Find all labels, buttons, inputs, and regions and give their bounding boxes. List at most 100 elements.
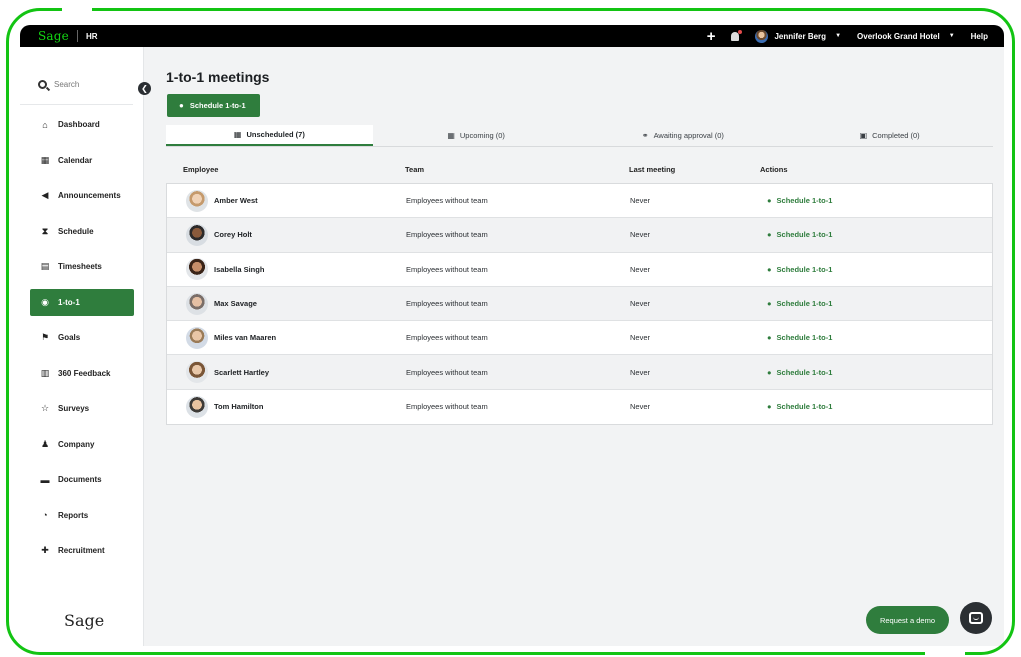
action-label: Schedule 1-to-1	[776, 230, 833, 240]
help-link[interactable]: Help	[971, 32, 988, 41]
employee-cell[interactable]: Isabella Singh	[167, 258, 406, 281]
tab-label: Awaiting approval (0)	[653, 131, 724, 140]
chat-icon: ●	[767, 367, 772, 377]
table-row: Amber West Employees without team Never …	[167, 184, 992, 219]
schedule-1-to-1-link[interactable]: ● Schedule 1-to-1	[761, 299, 992, 308]
calendar-icon: ▦	[40, 154, 50, 165]
avatar	[186, 361, 208, 384]
search-box[interactable]: Search	[20, 47, 133, 105]
sidebar-item-label: Schedule	[58, 226, 94, 236]
employee-name: Isabella Singh	[214, 264, 265, 274]
sidebar-item-documents[interactable]: ▬ Documents	[30, 466, 134, 493]
employee-cell[interactable]: Corey Holt	[167, 223, 406, 246]
tab-label: Upcoming (0)	[459, 131, 505, 140]
sidebar-item-recruitment[interactable]: ✚ Recruitment	[30, 537, 134, 564]
sidebar-item-dashboard[interactable]: ⌂ Dashboard	[30, 111, 134, 138]
sidebar-item-1-to-1[interactable]: ◉ 1-to-1	[30, 288, 134, 316]
product-name: HR	[85, 31, 98, 41]
last-meeting-cell: Never	[630, 196, 651, 206]
table-row: Tom Hamilton Employees without team Neve…	[167, 390, 992, 424]
chat-icon: ●	[767, 299, 772, 309]
search-input[interactable]: Search	[54, 80, 79, 89]
chat-icon: ●	[767, 230, 772, 240]
chat-launcher-button[interactable]	[960, 602, 992, 634]
sidebar-item-goals[interactable]: ⚑ Goals	[30, 324, 134, 351]
folder-icon: ▬	[40, 474, 50, 485]
schedule-1-to-1-link[interactable]: ● Schedule 1-to-1	[761, 333, 992, 342]
sidebar-item-label: Goals	[58, 333, 81, 342]
employee-name: Max Savage	[214, 299, 257, 309]
action-label: Schedule 1-to-1	[776, 196, 833, 206]
chat-icon: ●	[767, 196, 772, 206]
action-label: Schedule 1-to-1	[776, 367, 833, 377]
tab-label: Completed (0)	[872, 131, 920, 140]
request-demo-button[interactable]: Request a demo	[865, 606, 949, 634]
tab-awaiting-approval[interactable]: ⚭ Awaiting approval (0)	[580, 125, 787, 146]
organization-menu[interactable]: Overlook Grand Hotel ▼	[857, 32, 955, 41]
employee-cell[interactable]: Miles van Maaren	[167, 326, 406, 349]
flag-icon: ⚑	[40, 332, 50, 342]
sidebar-item-label: Dashboard	[58, 120, 100, 129]
action-label: Schedule 1-to-1	[776, 264, 833, 274]
column-header-last-meeting[interactable]: Last meeting	[629, 165, 760, 174]
pie-chart-icon: ◔	[42, 510, 48, 520]
team-cell: Employees without team	[406, 196, 488, 206]
schedule-1-to-1-link[interactable]: ● Schedule 1-to-1	[761, 402, 992, 411]
add-icon[interactable]: +	[707, 29, 716, 44]
sidebar-item-timesheets[interactable]: ▤ Timesheets	[30, 253, 134, 280]
tab-unscheduled[interactable]: ▦ Unscheduled (7)	[166, 125, 373, 146]
tab-upcoming[interactable]: ▦ Upcoming (0)	[373, 125, 580, 146]
sidebar-item-label: Announcements	[58, 191, 121, 200]
last-meeting-cell: Never	[630, 367, 651, 377]
schedule-1-to-1-link[interactable]: ● Schedule 1-to-1	[761, 368, 992, 377]
last-meeting-cell: Never	[630, 264, 651, 274]
schedule-1-to-1-link[interactable]: ● Schedule 1-to-1	[761, 196, 992, 205]
sidebar-item-calendar[interactable]: ▦ Calendar	[30, 147, 134, 174]
calendar-icon: ▦	[233, 130, 242, 139]
employee-name: Corey Holt	[214, 230, 252, 240]
column-header-employee[interactable]: Employee	[166, 165, 405, 174]
team-cell: Employees without team	[406, 299, 488, 309]
sidebar-item-360-feedback[interactable]: ▥ 360 Feedback	[30, 360, 134, 387]
sidebar-item-company[interactable]: ♟ Company	[30, 431, 134, 458]
tabs: ▦ Unscheduled (7) ▦ Upcoming (0) ⚭ Awaiting…	[166, 125, 993, 147]
sidebar-item-schedule[interactable]: ⧗ Schedule	[30, 218, 134, 245]
sidebar-item-surveys[interactable]: ☆ Surveys	[30, 395, 134, 422]
avatar	[186, 326, 208, 349]
schedule-1-to-1-link[interactable]: ● Schedule 1-to-1	[761, 230, 992, 239]
add-user-icon: ✚	[41, 545, 49, 555]
employee-cell[interactable]: Tom Hamilton	[167, 395, 406, 418]
team-cell: Employees without team	[406, 367, 488, 377]
page-title: 1-to-1 meetings	[166, 69, 270, 85]
notification-bell-icon[interactable]	[731, 29, 743, 41]
sidebar-item-label: Surveys	[58, 404, 90, 413]
team-cell: Employees without team	[406, 333, 488, 343]
employee-cell[interactable]: Scarlett Hartley	[167, 361, 406, 384]
brand[interactable]: Sage HR	[20, 29, 98, 43]
sidebar-item-announcements[interactable]: ◀ Announcements	[30, 182, 134, 209]
employee-cell[interactable]: Max Savage	[167, 292, 406, 315]
tab-label: Unscheduled (7)	[246, 130, 305, 139]
avatar	[186, 223, 208, 246]
tab-completed[interactable]: ▣ Completed (0)	[786, 125, 993, 146]
megaphone-icon: ◀	[41, 190, 49, 200]
schedule-1-to-1-button[interactable]: ● Schedule 1-to-1	[167, 94, 260, 117]
column-header-team[interactable]: Team	[405, 165, 629, 174]
user-menu[interactable]: Jennifer Berg ▼	[755, 29, 841, 43]
collapse-sidebar-button[interactable]: ❮	[138, 82, 151, 95]
schedule-1-to-1-link[interactable]: ● Schedule 1-to-1	[761, 265, 992, 274]
employee-name: Scarlett Hartley	[214, 367, 270, 377]
table-row: Scarlett Hartley Employees without team …	[167, 355, 992, 390]
employee-cell[interactable]: Amber West	[167, 189, 406, 212]
last-meeting-cell: Never	[630, 230, 651, 240]
chat-icon: ◉	[41, 296, 49, 307]
user-avatar	[755, 29, 769, 43]
action-label: Schedule 1-to-1	[776, 299, 833, 309]
sidebar-item-reports[interactable]: ◔ Reports	[30, 502, 134, 529]
footer-logo: Sage	[64, 611, 105, 630]
table-row: Miles van Maaren Employees without team …	[167, 321, 992, 356]
search-icon	[38, 80, 47, 89]
sidebar-item-label: Timesheets	[58, 262, 102, 271]
app-window: Sage HR + Jennifer Berg ▼ Overlook Grand…	[20, 25, 1004, 646]
main-content: 1-to-1 meetings ● Schedule 1-to-1 ▦ Unsch…	[166, 47, 994, 646]
